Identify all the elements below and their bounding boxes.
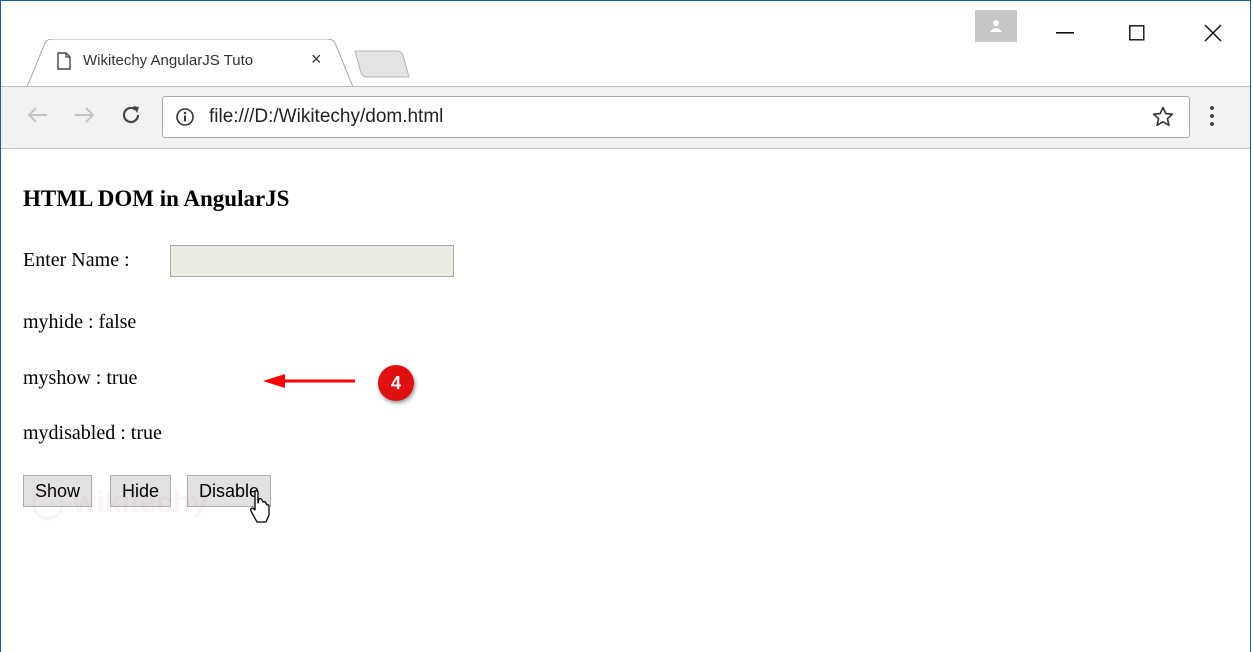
profile-icon[interactable] (975, 10, 1017, 42)
page-content: HTML DOM in AngularJS Enter Name : myhid… (23, 149, 1250, 652)
browser-tab[interactable]: Wikitechy AngularJS Tuto × (27, 39, 357, 87)
info-icon[interactable] (175, 107, 195, 132)
myhide-value: myhide : false (23, 311, 137, 333)
forward-icon[interactable] (71, 101, 99, 129)
mydisabled-value: mydisabled : true (23, 422, 162, 444)
mouse-cursor-icon (248, 489, 272, 530)
tab-title: Wikitechy AngularJS Tuto (83, 52, 253, 69)
reload-icon[interactable] (117, 101, 145, 129)
close-icon[interactable] (1193, 15, 1233, 51)
annotation-arrow-icon (263, 371, 359, 396)
step-badge: 4 (378, 365, 414, 401)
myshow-value: myshow : true (23, 367, 138, 389)
minimize-icon[interactable] (1045, 15, 1085, 51)
page-title: HTML DOM in AngularJS (23, 186, 290, 211)
name-input[interactable] (170, 245, 454, 277)
star-icon[interactable] (1151, 105, 1175, 134)
address-bar[interactable]: file:///D:/Wikitechy/dom.html (162, 96, 1190, 138)
menu-icon[interactable] (1209, 105, 1215, 132)
title-bar: Wikitechy AngularJS Tuto × (1, 1, 1250, 87)
url-text[interactable]: file:///D:/Wikitechy/dom.html (209, 106, 443, 128)
back-icon[interactable] (23, 101, 51, 129)
browser-toolbar: file:///D:/Wikitechy/dom.html (1, 87, 1250, 149)
new-tab-button[interactable] (353, 49, 411, 79)
tab-close-icon[interactable]: × (311, 49, 322, 70)
browser-window: Wikitechy AngularJS Tuto × file:///D:/Wi… (0, 0, 1251, 652)
maximize-icon[interactable] (1117, 15, 1157, 51)
enter-name-label: Enter Name : (23, 249, 130, 271)
watermark-logo: ◯ wikitechy (31, 486, 208, 519)
page-icon (57, 52, 71, 70)
